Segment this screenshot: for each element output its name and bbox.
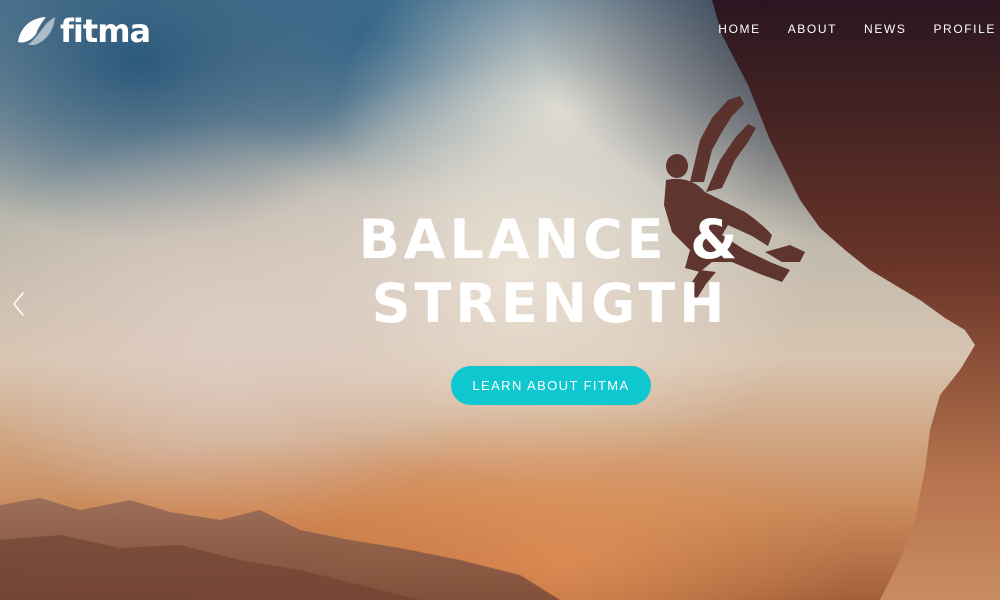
hero-headline-line1: BALANCE & bbox=[358, 208, 742, 271]
leaf-swoosh-icon bbox=[18, 17, 55, 45]
hero-headline: BALANCE & STRENGTH bbox=[0, 208, 1000, 336]
nav-item-home[interactable]: HOME bbox=[718, 22, 760, 36]
brand-logo[interactable]: fitma bbox=[16, 12, 151, 50]
learn-about-button[interactable]: LEARN ABOUT FITMA bbox=[451, 366, 651, 405]
nav-item-news[interactable]: NEWS bbox=[864, 22, 906, 36]
nav-item-profile[interactable]: PROFILE bbox=[933, 22, 996, 36]
brand-name: fitma bbox=[60, 12, 151, 50]
hero-headline-line2: STRENGTH bbox=[371, 272, 729, 335]
main-nav: HOME ABOUT NEWS PROFILE bbox=[691, 22, 996, 36]
nav-item-about[interactable]: ABOUT bbox=[788, 22, 837, 36]
top-navbar: fitma HOME ABOUT NEWS PROFILE bbox=[0, 0, 1000, 64]
hero-section: fitma HOME ABOUT NEWS PROFILE BALANCE & … bbox=[0, 0, 1000, 600]
